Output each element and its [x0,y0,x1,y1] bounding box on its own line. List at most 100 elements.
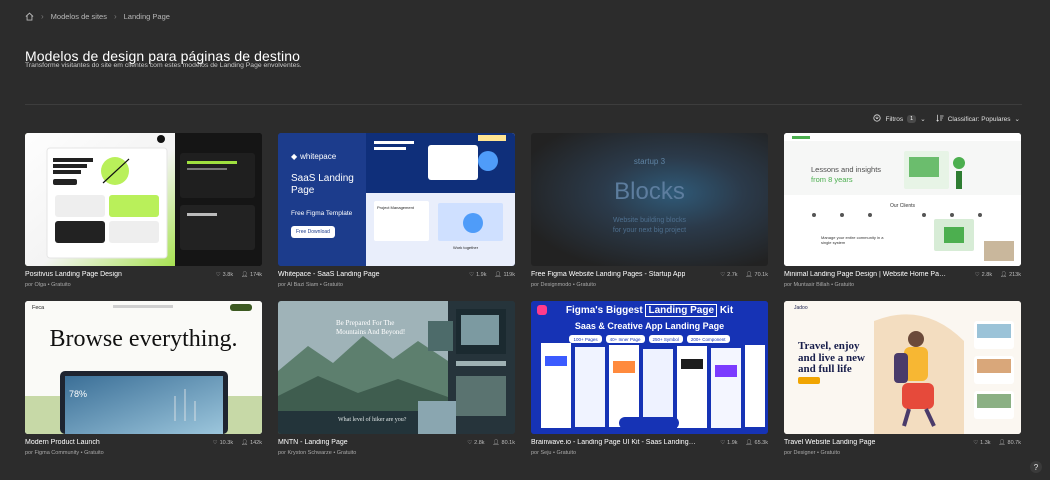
template-author[interactable]: por Figma Community [25,450,79,456]
thumb-headline1: Be Prepared For The [336,319,395,327]
thumb-pills: 100+ Pages 40+ Inner Page 250+ Symbol 20… [531,335,768,343]
like-count: 1.9k [476,271,487,278]
template-price: Gratuito [576,282,596,288]
template-grid: Positivus Landing Page Design ♡ 3.8k 👤︎ 17… [25,133,1022,456]
thumb-cta: Free Download [291,226,335,238]
thumb-line2: Saas & Creative App Landing Page [574,321,725,331]
template-author[interactable]: por Designer [784,450,816,456]
template-author[interactable]: por Designmodo [531,282,571,288]
template-stats: ♡ 2.8k 👤︎ 213k [975,272,1021,278]
template-title[interactable]: Brainwave.io - Landing Page UI Kit - Saa… [531,439,696,446]
template-price: Gratuito [820,450,841,456]
template-price: Gratuito [556,450,577,456]
template-card[interactable]: ◆ whitepace SaaS Landing Page Free Figma … [278,133,515,288]
breadcrumb-item-websites[interactable]: Modelos de sites [51,12,107,21]
template-thumbnail[interactable]: ◆ whitepace SaaS Landing Page Free Figma … [278,133,515,266]
like-count: 2.7k [727,271,738,278]
template-author[interactable]: por Al Bazi Siam [278,282,318,288]
user-icon: 👤︎ [745,271,753,278]
template-thumbnail[interactable]: Be Prepared For The Mountains And Beyond… [278,301,515,434]
template-card[interactable]: Positivus Landing Page Design ♡ 3.8k 👤︎ 17… [25,133,262,288]
template-card[interactable]: Jadoo Travel, enjoy and live a new and f… [784,301,1021,456]
whitepace-logo: ◆ whitepace [291,152,337,161]
like-count: 10.3k [219,439,234,446]
like-count: 2.8k [474,439,485,446]
thumb-block1: Project Management [377,205,414,210]
thumb-headline: Travel, enjoy and live a new and full li… [798,340,865,376]
template-stats: ♡ 1.3k 👤︎ 80.7k [973,440,1021,446]
question-icon: ? [1033,462,1039,472]
template-thumbnail[interactable]: Lessons and insights from 8 years Our Cl… [784,133,1021,266]
heart-icon[interactable]: ♡ [720,272,725,278]
template-stats: ♡ 2.8k 👤︎ 80.1k [467,440,515,446]
user-icon: 👤︎ [1000,271,1008,278]
thumb-section: Our Clients [889,203,915,209]
filter-icon [873,114,882,124]
template-author[interactable]: por Muntasir Billah [784,282,830,288]
template-stats: ♡ 1.9k 👤︎ 119k [469,272,515,278]
chevron-down-icon: ⌄ [920,116,926,123]
sort-dropdown[interactable]: Classificar: Populares ⌄ [936,114,1020,124]
filters-button[interactable]: Filtros 1 ⌄ [873,114,926,124]
thumb-line1: Figma's Biggest Landing Page Kit [565,304,734,317]
heart-icon[interactable]: ♡ [216,272,221,278]
user-count: 70.1k [754,271,768,278]
template-thumbnail[interactable]: Figma's Biggest Landing Page Kit Saas & … [531,301,768,434]
like-count: 1.9k [727,439,738,446]
heart-icon[interactable]: ♡ [469,272,474,278]
template-stats: ♡ 10.3k 👤︎ 142k [213,440,262,446]
template-meta: por Designmodo • Gratuito [531,282,596,288]
template-price: Gratuito [834,282,855,288]
template-title[interactable]: Positivus Landing Page Design [25,271,122,278]
template-title[interactable]: Free Figma Website Landing Pages - Start… [531,271,685,278]
template-card[interactable]: Figma's Biggest Landing Page Kit Saas & … [531,301,768,456]
heart-icon[interactable]: ♡ [975,272,980,278]
heart-icon[interactable]: ♡ [720,440,725,446]
template-title[interactable]: Modern Product Launch [25,439,100,446]
user-count: 80.1k [501,439,515,446]
user-icon: 👤︎ [241,271,249,278]
thumb-line2: for your next big project [612,227,687,234]
thumb-block2: Work together [453,245,479,250]
template-price: Gratuito [323,282,343,288]
home-icon[interactable] [25,12,34,21]
user-count: 119k [503,271,515,278]
template-stats: ♡ 1.9k 👤︎ 65.3k [720,440,768,446]
template-card[interactable]: startup 3 Blocks Website building blocks… [531,133,768,288]
breadcrumb: › Modelos de sites › Landing Page [25,12,170,21]
template-thumbnail[interactable]: startup 3 Blocks Website building blocks… [531,133,768,266]
breadcrumb-item-landing-page[interactable]: Landing Page [124,12,170,21]
heart-icon[interactable]: ♡ [973,440,978,446]
thumb-headline: Browse everything. [49,326,238,352]
template-price: Gratuito [336,450,357,456]
template-title[interactable]: Whitepace - SaaS Landing Page [278,271,380,278]
template-stats: ♡ 2.7k 👤︎ 70.1k [720,272,768,278]
template-card[interactable]: Feca Browse everything. 78% Modern Produ… [25,301,262,456]
template-author[interactable]: por Seju [531,450,552,456]
template-thumbnail[interactable]: Feca Browse everything. 78% [25,301,262,434]
template-title[interactable]: Minimal Landing Page Design | Website Ho… [784,271,949,278]
template-title[interactable]: Travel Website Landing Page [784,439,875,446]
template-card[interactable]: Be Prepared For The Mountains And Beyond… [278,301,515,456]
thumb-foot: Manage your entire community in a single… [821,235,884,246]
like-count: 2.8k [981,271,993,278]
thumb-heading: SaaS Landing Page [291,173,354,196]
logo-icon: ◆ [291,152,298,161]
template-author[interactable]: por Olga [25,282,46,288]
template-meta: por Al Bazi Siam • Gratuito [278,282,343,288]
toolbar: Filtros 1 ⌄ Classificar: Populares ⌄ [873,114,1020,124]
template-author[interactable]: por Kryston Schwarze [278,450,332,456]
heart-icon[interactable]: ♡ [213,440,218,446]
thumb-stat: 78% [69,389,88,399]
user-icon: 👤︎ [241,439,249,446]
thumb-heading1: Lessons and insights [811,165,882,174]
template-thumbnail[interactable]: Jadoo Travel, enjoy and live a new and f… [784,301,1021,434]
template-thumbnail[interactable] [25,133,262,266]
thumb-caption: What level of hiker are you? [338,417,407,423]
like-count: 3.8k [222,271,234,278]
template-title[interactable]: MNTN - Landing Page [278,439,348,446]
template-card[interactable]: Lessons and insights from 8 years Our Cl… [784,133,1021,288]
help-button[interactable]: ? [1030,461,1042,473]
heart-icon[interactable]: ♡ [467,440,472,446]
like-count: 1.3k [980,439,991,446]
